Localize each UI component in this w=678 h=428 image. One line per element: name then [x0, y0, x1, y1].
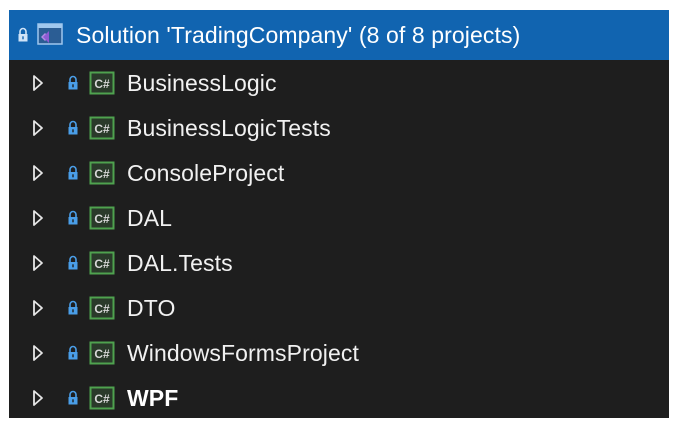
svg-text:C#: C#	[94, 392, 110, 406]
project-label: DTO	[127, 294, 176, 321]
svg-text:C#: C#	[94, 167, 110, 181]
svg-text:C#: C#	[94, 122, 110, 136]
project-node[interactable]: C# WindowsFormsProject	[9, 331, 669, 375]
lock-icon	[67, 390, 79, 406]
project-node[interactable]: C# BusinessLogic	[9, 61, 669, 105]
project-label: BusinessLogic	[127, 69, 277, 96]
lock-icon	[67, 300, 79, 316]
svg-text:C#: C#	[94, 212, 110, 226]
svg-text:C#: C#	[94, 347, 110, 361]
expand-triangle-icon[interactable]	[31, 163, 45, 183]
csharp-project-icon: C#	[89, 116, 115, 140]
expand-triangle-icon[interactable]	[31, 388, 45, 408]
lock-icon	[67, 345, 79, 361]
project-node[interactable]: C# DTO	[9, 286, 669, 330]
project-label: DAL.Tests	[127, 249, 233, 276]
solution-label: Solution 'TradingCompany' (8 of 8 projec…	[76, 21, 521, 48]
project-label: WPF	[127, 384, 179, 411]
expand-triangle-icon[interactable]	[31, 73, 45, 93]
svg-text:C#: C#	[94, 77, 110, 91]
lock-icon	[67, 165, 79, 181]
lock-icon	[17, 27, 29, 43]
lock-icon	[67, 75, 79, 91]
lock-icon	[67, 255, 79, 271]
expand-triangle-icon[interactable]	[31, 343, 45, 363]
expand-triangle-icon[interactable]	[31, 208, 45, 228]
lock-icon	[67, 210, 79, 226]
project-node-startup[interactable]: C# WPF	[9, 376, 669, 418]
project-node[interactable]: C# DAL	[9, 196, 669, 240]
project-node[interactable]: C# BusinessLogicTests	[9, 106, 669, 150]
csharp-project-icon: C#	[89, 71, 115, 95]
csharp-project-icon: C#	[89, 386, 115, 410]
csharp-project-icon: C#	[89, 206, 115, 230]
project-label: WindowsFormsProject	[127, 339, 359, 366]
solution-explorer-tree: Solution 'TradingCompany' (8 of 8 projec…	[9, 10, 669, 418]
project-label: BusinessLogicTests	[127, 114, 331, 141]
solution-node[interactable]: Solution 'TradingCompany' (8 of 8 projec…	[9, 10, 669, 60]
project-node[interactable]: C# ConsoleProject	[9, 151, 669, 195]
lock-icon	[67, 120, 79, 136]
svg-text:C#: C#	[94, 302, 110, 316]
svg-text:C#: C#	[94, 257, 110, 271]
project-label: DAL	[127, 204, 173, 231]
csharp-project-icon: C#	[89, 161, 115, 185]
expand-triangle-icon[interactable]	[31, 298, 45, 318]
csharp-project-icon: C#	[89, 296, 115, 320]
csharp-project-icon: C#	[89, 341, 115, 365]
expand-triangle-icon[interactable]	[31, 253, 45, 273]
visual-studio-solution-icon	[35, 22, 65, 48]
project-node[interactable]: C# DAL.Tests	[9, 241, 669, 285]
project-label: ConsoleProject	[127, 159, 285, 186]
csharp-project-icon: C#	[89, 251, 115, 275]
expand-triangle-icon[interactable]	[31, 118, 45, 138]
